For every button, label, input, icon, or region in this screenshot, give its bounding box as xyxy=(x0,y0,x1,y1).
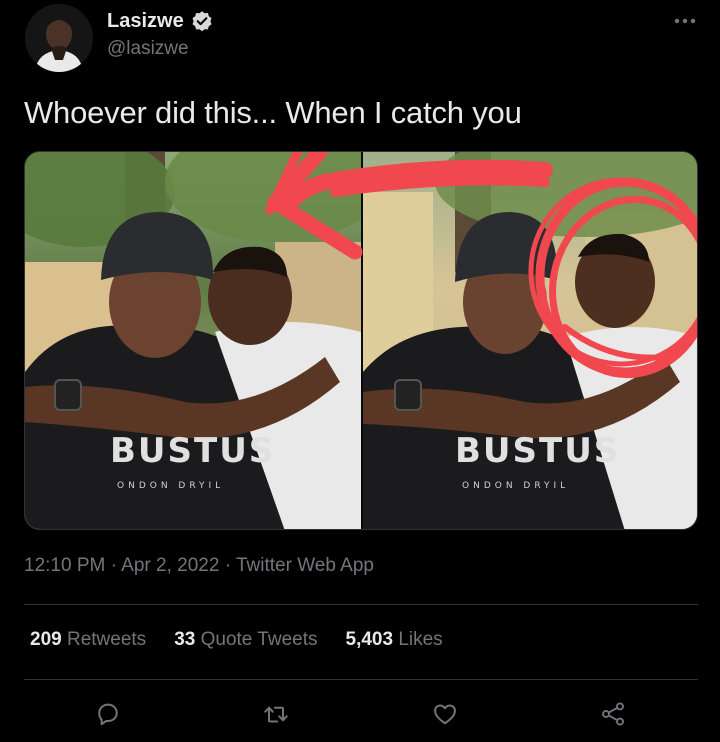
quote-tweets-label: Quote Tweets xyxy=(200,629,318,650)
quote-tweets-count: 33 xyxy=(174,629,196,650)
reply-icon xyxy=(98,703,118,726)
share-button[interactable] xyxy=(596,697,630,731)
meta-separator: · xyxy=(110,555,117,576)
tweet-text: Whoever did this... When I catch you xyxy=(24,95,522,130)
divider-top xyxy=(24,604,698,605)
share-icon xyxy=(602,702,624,726)
svg-text:BUSTUS: BUSTUS xyxy=(455,431,620,471)
author-display-name[interactable]: Lasizwe xyxy=(107,10,184,33)
tweet-media[interactable]: BUSTUS ONDON DRYIL BUSTUS ONDON DRYIL xyxy=(24,151,698,530)
quote-tweets-stat[interactable]: 33 Quote Tweets xyxy=(174,629,317,651)
verified-badge-icon xyxy=(192,11,212,32)
media-photo: BUSTUS ONDON DRYIL BUSTUS ONDON DRYIL xyxy=(25,152,697,529)
reply-button[interactable] xyxy=(91,697,125,731)
profile-photo xyxy=(25,4,93,72)
retweets-label: Retweets xyxy=(66,629,147,650)
author-name-row: Lasizwe xyxy=(107,8,213,34)
likes-count: 5,403 xyxy=(345,629,394,650)
more-dots-icon xyxy=(674,18,696,24)
like-button[interactable] xyxy=(428,697,462,731)
likes-stat[interactable]: 5,403 Likes xyxy=(346,629,443,651)
retweet-icon xyxy=(264,706,288,723)
tweet-meta: 12:10 PM · Apr 2, 2022 · Twitter Web App xyxy=(24,555,374,577)
meta-separator: · xyxy=(224,555,232,576)
svg-text:ONDON DRYIL: ONDON DRYIL xyxy=(462,481,569,491)
like-icon xyxy=(434,704,456,725)
retweet-button[interactable] xyxy=(259,697,293,731)
tweet-source[interactable]: Twitter Web App xyxy=(236,555,374,576)
tweet-date[interactable]: Apr 2, 2022 xyxy=(121,555,219,576)
tweet-time[interactable]: 12:10 PM xyxy=(24,555,105,576)
retweets-stat[interactable]: 209 Retweets xyxy=(30,629,146,651)
svg-text:ONDON DRYIL: ONDON DRYIL xyxy=(117,481,224,491)
author-avatar[interactable] xyxy=(25,4,93,72)
right-photo: BUSTUS ONDON DRYIL xyxy=(363,152,697,529)
more-options-button[interactable] xyxy=(670,6,700,36)
svg-text:BUSTUS: BUSTUS xyxy=(110,431,275,471)
author-handle[interactable]: @lasizwe xyxy=(107,38,189,60)
engagement-stats: 209 Retweets 33 Quote Tweets 5,403 Likes xyxy=(30,629,443,651)
left-photo: BUSTUS ONDON DRYIL xyxy=(25,152,385,529)
divider-bottom xyxy=(24,679,698,680)
likes-label: Likes xyxy=(398,629,443,650)
retweets-count: 209 xyxy=(30,629,62,650)
